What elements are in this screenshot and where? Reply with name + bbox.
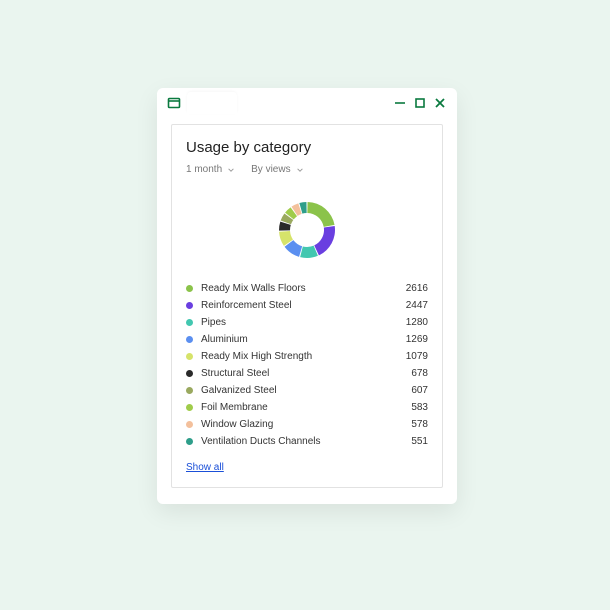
legend-row: Galvanized Steel607 [186,385,428,396]
period-filter-label: 1 month [186,164,222,175]
sort-filter-label: By views [251,164,290,175]
legend-list: Ready Mix Walls Floors2616Reinforcement … [186,283,428,447]
show-all-link[interactable]: Show all [186,462,224,473]
legend-dot [186,370,193,377]
legend-dot [186,302,193,309]
close-icon[interactable] [433,96,447,110]
legend-value: 1280 [406,317,428,328]
legend-row: Ready Mix High Strength1079 [186,351,428,362]
legend-value: 2616 [406,283,428,294]
legend-dot [186,404,193,411]
legend-row: Aluminium1269 [186,334,428,345]
browser-tab[interactable] [187,92,237,114]
legend-row: Pipes1280 [186,317,428,328]
legend-label: Ready Mix High Strength [201,351,406,362]
legend-dot [186,387,193,394]
donut-segment [300,246,318,258]
legend-value: 551 [411,436,428,447]
app-window: Usage by category 1 month By views Ready… [157,88,457,504]
legend-value: 1269 [406,334,428,345]
legend-dot [186,353,193,360]
legend-dot [186,438,193,445]
titlebar-left [167,92,237,114]
chevron-down-icon [227,166,235,174]
legend-row: Reinforcement Steel2447 [186,300,428,311]
legend-dot [186,421,193,428]
legend-row: Ready Mix Walls Floors2616 [186,283,428,294]
window-controls [393,96,447,110]
usage-card: Usage by category 1 month By views Ready… [171,124,443,488]
legend-label: Reinforcement Steel [201,300,406,311]
legend-row: Structural Steel678 [186,368,428,379]
minimize-icon[interactable] [393,96,407,110]
donut-segment [314,226,335,255]
legend-value: 1079 [406,351,428,362]
legend-dot [186,319,193,326]
legend-dot [186,336,193,343]
chevron-down-icon [296,166,304,174]
period-filter[interactable]: 1 month [186,164,235,175]
maximize-icon[interactable] [413,96,427,110]
legend-dot [186,285,193,292]
legend-label: Pipes [201,317,406,328]
donut-chart [186,189,428,283]
card-title: Usage by category [186,139,428,156]
legend-row: Foil Membrane583 [186,402,428,413]
sort-filter[interactable]: By views [251,164,303,175]
legend-value: 578 [411,419,428,430]
legend-label: Aluminium [201,334,406,345]
legend-value: 583 [411,402,428,413]
legend-label: Structural Steel [201,368,411,379]
legend-label: Ready Mix Walls Floors [201,283,406,294]
legend-value: 607 [411,385,428,396]
titlebar [157,88,457,118]
legend-label: Galvanized Steel [201,385,411,396]
donut-segment [307,202,334,227]
legend-label: Ventilation Ducts Channels [201,436,411,447]
legend-row: Window Glazing578 [186,419,428,430]
legend-row: Ventilation Ducts Channels551 [186,436,428,447]
legend-value: 678 [411,368,428,379]
legend-label: Foil Membrane [201,402,411,413]
legend-value: 2447 [406,300,428,311]
legend-label: Window Glazing [201,419,411,430]
donut-svg [272,195,342,265]
window-app-icon [167,96,181,110]
filters-row: 1 month By views [186,164,428,175]
